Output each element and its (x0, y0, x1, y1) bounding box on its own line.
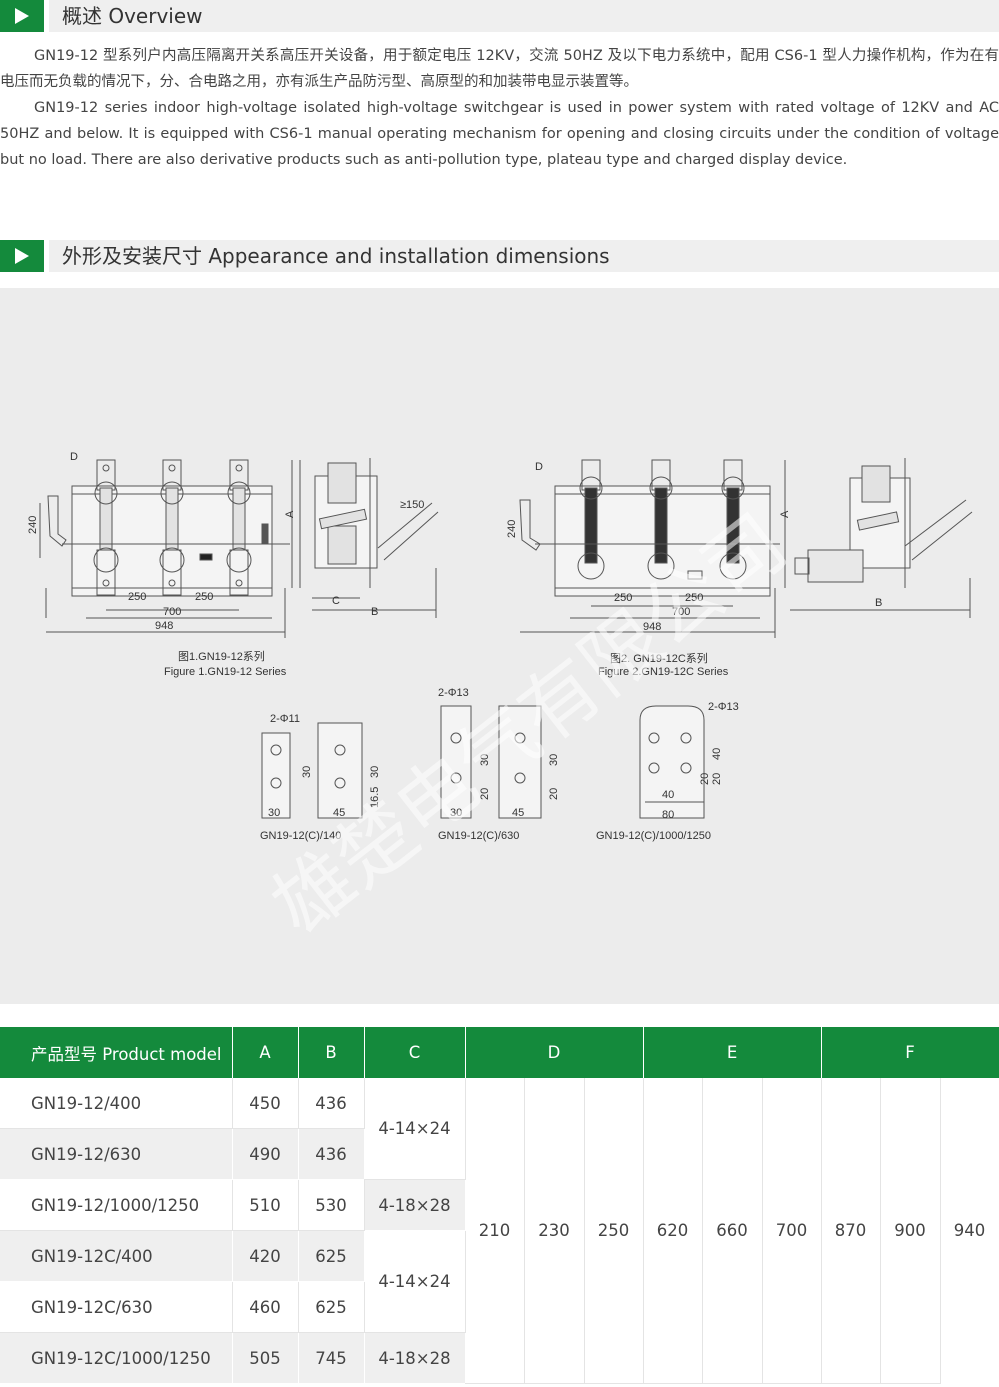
cell-c: 4-18×28 (364, 1179, 466, 1231)
detail1-w1-label: 30 (268, 807, 280, 819)
detail1-h2-label: 30 (369, 766, 381, 778)
detail3-hole-label: 2-Φ13 (708, 701, 739, 713)
cell-f2: 900 (880, 1078, 941, 1384)
detail2-w2-label: 45 (512, 807, 524, 819)
dim-240-label: 240 (27, 516, 39, 534)
fig2-dim-a-label: A (779, 510, 791, 518)
cell-c: 4-18×28 (364, 1332, 466, 1384)
detail3-h1-label: 40 (711, 748, 723, 760)
cell-model: GN19-12/1000/1250 (0, 1179, 233, 1231)
dim-250a-label: 250 (128, 591, 146, 603)
header-model: 产品型号 Product model (0, 1027, 233, 1078)
cell-model: GN19-12C/630 (0, 1281, 233, 1333)
cell-b: 436 (298, 1078, 365, 1129)
technical-drawing: D 240 250 250 700 948 A C B ≥150 D 240 2… (27, 451, 973, 953)
cell-a: 505 (232, 1332, 299, 1384)
overview-section-header: 概述 Overview (0, 0, 999, 32)
cell-a: 450 (232, 1078, 299, 1129)
cell-f3: 940 (940, 1078, 999, 1384)
dim-d-label: D (70, 451, 78, 463)
overview-cn: GN19-12 型系列户内高压隔离开关系高压开关设备，用于额定电压 12KV，交… (0, 48, 999, 90)
cell-f1: 870 (821, 1078, 881, 1384)
header-e: E (643, 1027, 822, 1078)
cell-c: 4-14×24 (364, 1078, 466, 1180)
overview-title: 概述 Overview (62, 4, 203, 28)
cell-e3: 700 (762, 1078, 822, 1384)
dim-c-label: C (332, 595, 340, 607)
dimensions-section-header: 外形及安装尺寸 Appearance and installation dime… (0, 240, 999, 272)
header-b: B (298, 1027, 365, 1078)
header-f: F (821, 1027, 999, 1078)
cell-d1: 210 (465, 1078, 525, 1384)
header-d: D (465, 1027, 644, 1078)
dim-250b-label: 250 (195, 591, 213, 603)
dim-700-label: 700 (163, 606, 181, 618)
spec-table: 产品型号 Product model A B C D E F GN19-12/4… (0, 1027, 999, 1384)
dim-150-label: ≥150 (400, 499, 424, 511)
cell-b: 625 (298, 1281, 365, 1333)
cell-c: 4-14×24 (364, 1230, 466, 1333)
cell-model: GN19-12C/1000/1250 (0, 1332, 233, 1384)
play-arrow-icon (0, 240, 44, 272)
detail-1000 (639, 705, 705, 819)
fig1-side-view (312, 458, 439, 618)
detail3-h2-label: 20 (711, 773, 723, 785)
header-a: A (232, 1027, 299, 1078)
fig2-dim-b-label: B (875, 597, 882, 609)
cell-b: 745 (298, 1332, 365, 1384)
cell-model: GN19-12C/400 (0, 1230, 233, 1282)
dim-a-label: A (284, 510, 296, 518)
cell-b: 625 (298, 1230, 365, 1282)
overview-text: GN19-12 型系列户内高压隔离开关系高压开关设备，用于额定电压 12KV，交… (0, 43, 999, 173)
detail3-w1-label: 40 (662, 789, 674, 801)
cell-e1: 620 (643, 1078, 703, 1384)
cell-model: GN19-12/630 (0, 1128, 233, 1180)
cell-d3: 250 (584, 1078, 644, 1384)
detail2-hole-label: 2-Φ13 (438, 687, 469, 699)
cell-d2: 230 (524, 1078, 585, 1384)
cell-model: GN19-12/400 (0, 1078, 233, 1129)
drawing-panel: D 240 250 250 700 948 A C B ≥150 D 240 2… (0, 288, 999, 1004)
dim-948-label: 948 (155, 620, 173, 632)
cell-a: 420 (232, 1230, 299, 1282)
table-row: GN19-12/400 450 436 4-14×24 210 230 250 … (0, 1078, 999, 1384)
dim-b-label: B (371, 606, 378, 618)
detail3-model-label: GN19-12(C)/1000/1250 (596, 830, 711, 842)
cell-a: 510 (232, 1179, 299, 1231)
header-c: C (364, 1027, 466, 1078)
cell-e2: 660 (702, 1078, 763, 1384)
detail1-h1-label: 30 (301, 766, 313, 778)
cell-b: 530 (298, 1179, 365, 1231)
detail1-hole-label: 2-Φ11 (270, 713, 300, 725)
dimensions-title: 外形及安装尺寸 Appearance and installation dime… (62, 244, 610, 268)
fig2-dim-240-label: 240 (506, 520, 518, 538)
table-header-row: 产品型号 Product model A B C D E F (0, 1027, 999, 1078)
detail3-w2-label: 80 (662, 809, 674, 821)
fig2-side-view (790, 458, 973, 618)
fig1-caption-en: Figure 1.GN19-12 Series (164, 666, 287, 678)
cell-a: 460 (232, 1281, 299, 1333)
cell-a: 490 (232, 1128, 299, 1180)
cell-b: 436 (298, 1128, 365, 1180)
overview-en: GN19-12 series indoor high-voltage isola… (0, 100, 999, 168)
detail2-h4-label: 20 (548, 788, 560, 800)
detail3-h3-label: 20 (699, 773, 711, 785)
fig1-caption-cn: 图1.GN19-12系列 (178, 649, 265, 663)
play-arrow-icon (0, 0, 44, 32)
fig2-dim-d-label: D (535, 461, 543, 473)
